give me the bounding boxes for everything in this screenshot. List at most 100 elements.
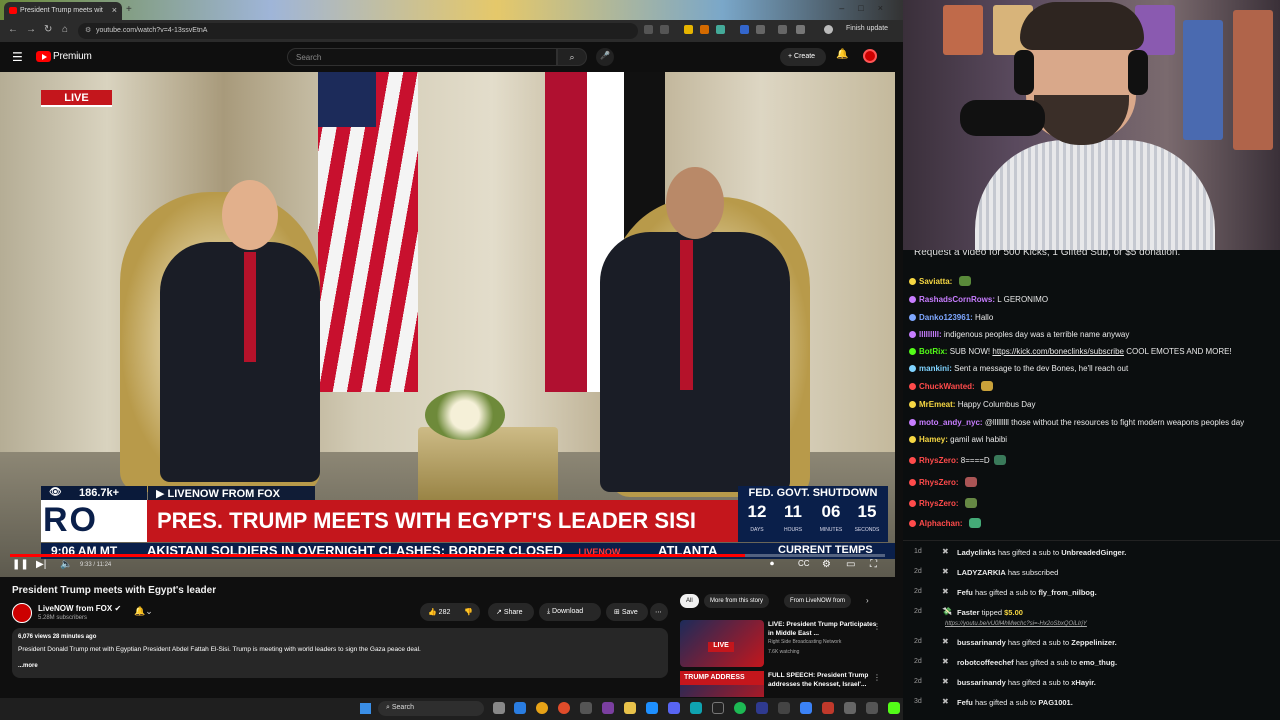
event-user[interactable]: bussarinandy [957,678,1006,687]
volume-icon[interactable]: 🔈 [60,559,72,570]
event-user[interactable]: LADYZARKIA [957,568,1006,577]
chip-from-channel[interactable]: From LiveNOW from [784,594,852,608]
tip-message-link[interactable]: https://youtu.be/vU0ll4hMwchc?si=-Hx2oSb… [945,621,1087,627]
captions-icon[interactable]: CC [798,559,810,568]
share-button[interactable]: ↗ Share [488,603,534,621]
event-user[interactable]: Fefu [957,588,973,597]
chrome-icon[interactable] [536,702,548,714]
pause-icon[interactable]: ❚❚ [12,559,29,570]
event-user[interactable]: Fefu [957,698,973,707]
taskbar-search[interactable]: ⌕ Search [378,701,484,716]
dislike-icon[interactable]: 👎 [464,609,473,616]
app-icon[interactable] [800,702,812,714]
cast-icon[interactable] [644,25,653,34]
theater-mode-icon[interactable]: ▭ [846,559,855,570]
event-user[interactable]: Faster [957,608,980,617]
app-icon[interactable] [866,702,878,714]
app-icon[interactable] [690,702,702,714]
channel-name[interactable]: LiveNOW from FOX ✔ [38,604,121,613]
autoplay-toggle[interactable]: ⏺ [770,559,774,569]
like-button[interactable]: 👍 282 👎 [420,603,480,621]
profile-avatar[interactable] [824,25,833,34]
event-user[interactable]: Ladyclinks [957,548,996,557]
app-icon[interactable] [580,702,592,714]
fullscreen-icon[interactable]: ⛶ [870,559,877,570]
windows-start-icon[interactable] [360,703,371,714]
extension-icon[interactable] [700,25,709,34]
related-video[interactable]: TRUMP ADDRESS FULL SPEECH: President Tru… [680,671,895,697]
forward-icon[interactable]: → [26,24,36,35]
spotify-icon[interactable] [734,702,746,714]
reload-icon[interactable]: ↻ [44,24,52,35]
account-avatar[interactable] [863,49,877,63]
related-video[interactable]: LIVE LIVE: President Trump Participates … [680,620,895,670]
kick-icon[interactable] [888,702,900,714]
app-icon[interactable] [778,702,790,714]
app-icon[interactable] [756,702,768,714]
site-info-icon[interactable]: ⚙ [85,26,91,34]
chat-username[interactable]: BotRix: [919,347,947,356]
chrome-dev-icon[interactable] [558,702,570,714]
chat-username[interactable]: ChuckWanted: [919,382,975,391]
new-tab-icon[interactable]: + [126,4,132,15]
youtube-logo-icon[interactable] [36,51,51,62]
chevron-right-icon[interactable]: › [866,596,869,605]
chat-username[interactable]: RhysZero: [919,456,959,465]
chat-username[interactable]: moto_andy_nyc: [919,418,983,427]
file-explorer-icon[interactable] [624,702,636,714]
extension-icon[interactable] [716,25,725,34]
show-more-link[interactable]: ...more [18,663,662,669]
chip-more-story[interactable]: More from this story [704,594,770,608]
settings-gear-icon[interactable]: ⚙ [822,559,831,570]
downloads-icon[interactable] [778,25,787,34]
more-icon[interactable]: ⋮ [873,673,881,682]
chat-username[interactable]: lllllllll: [919,330,942,339]
related-thumbnail[interactable]: TRUMP ADDRESS [680,671,764,697]
chat-username[interactable]: RhysZero: [919,478,959,487]
chat-username[interactable]: MrEmeat: [919,400,955,409]
window-controls[interactable]: –□× [839,3,897,13]
chat-username[interactable]: Danko123961: [919,313,973,322]
extension-icon[interactable] [740,25,749,34]
event-user[interactable]: bussarinandy [957,638,1006,647]
extensions-puzzle-icon[interactable] [756,25,765,34]
notifications-bell-icon[interactable]: 🔔 [836,49,848,60]
event-target[interactable]: PAG1001. [1038,698,1072,707]
close-tab-icon[interactable]: × [112,5,117,15]
home-icon[interactable]: ⌂ [62,24,68,35]
browser-tab[interactable]: President Trump meets wit × [4,2,122,20]
chat-link[interactable]: https://kick.com/boneclinks/subscribe [992,347,1124,356]
chip-all[interactable]: All [680,594,699,608]
chat-username[interactable]: mankini: [919,364,952,373]
more-icon[interactable]: ⋮ [873,622,881,631]
bookmark-star-icon[interactable] [660,25,669,34]
description-box[interactable]: 6,076 views 28 minutes ago President Don… [12,628,668,678]
app-icon[interactable] [822,702,834,714]
discord-icon[interactable] [668,702,680,714]
subscription-bell-icon[interactable]: 🔔⌄ [134,606,153,617]
obs-icon[interactable] [712,702,724,714]
search-button[interactable]: ⌕ [557,48,587,66]
event-target[interactable]: UnbreadedGinger. [1061,548,1126,557]
create-button[interactable]: + Create [780,48,826,66]
event-target[interactable]: $5.00 [1004,608,1023,617]
download-button[interactable]: ⤓ Download [539,603,601,621]
back-icon[interactable]: ← [8,24,18,35]
next-icon[interactable]: ▶| [36,559,46,570]
more-actions-button[interactable]: ⋯ [650,603,668,621]
url-field[interactable]: ⚙ youtube.com/watch?v=4-13ssvEtnA [78,23,638,39]
chat-username[interactable]: Alphachan: [919,519,963,528]
chat-username[interactable]: Hamey: [919,435,948,444]
finish-update-button[interactable]: Finish update [846,25,888,32]
search-input[interactable]: Search [287,48,557,66]
chat-username[interactable]: RashadsCornRows: [919,295,995,304]
youtube-brand[interactable]: Premium [53,51,92,62]
event-target[interactable]: fly_from_nilbog. [1038,588,1096,597]
save-button[interactable]: ⊞ Save [606,603,648,621]
task-view-icon[interactable] [493,702,505,714]
event-target[interactable]: Zeppelinizer. [1071,638,1116,647]
edge-icon[interactable] [514,702,526,714]
related-thumbnail[interactable]: LIVE [680,620,764,667]
chat-username[interactable]: Saviatta: [919,277,952,286]
menu-icon[interactable]: ☰ [12,50,23,64]
